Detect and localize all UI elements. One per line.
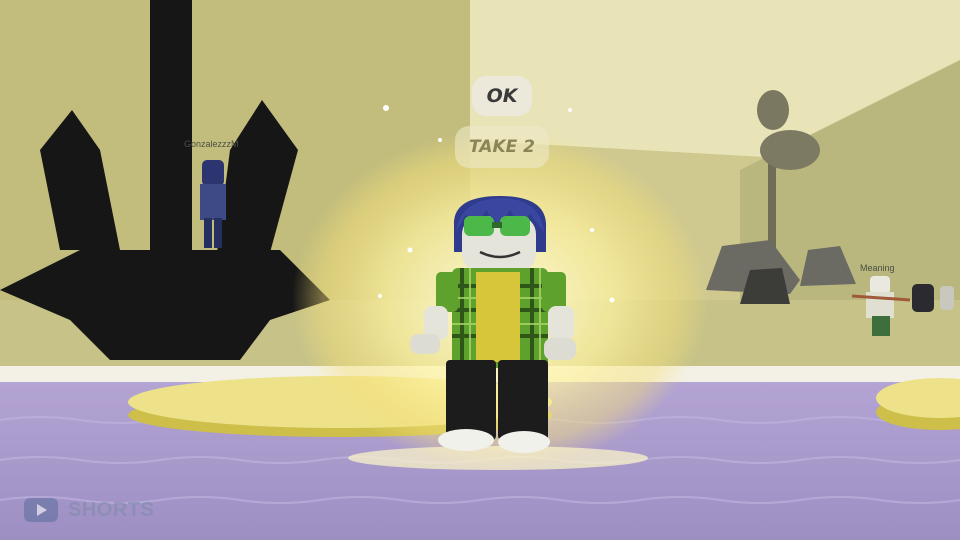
left-player-nametag: GonzalezzzM [184,139,239,149]
speech-bubble-take2: TAKE 2 [455,126,549,168]
tree-canopy [760,130,820,170]
take2-text: TAKE 2 [469,137,535,157]
youtube-play-icon [24,498,58,522]
speech-bubble-ok: OK [472,76,532,116]
watermark-text: SHORTS [68,498,155,521]
aura-base [348,446,648,470]
tree-top [757,90,789,130]
game-scene: OK TAKE 2 GonzalezzzM Meaning SHORTS [0,0,960,540]
ok-text: OK [486,85,518,107]
right-player-nametag: Meaning [860,263,895,273]
shorts-watermark: SHORTS [24,498,154,522]
